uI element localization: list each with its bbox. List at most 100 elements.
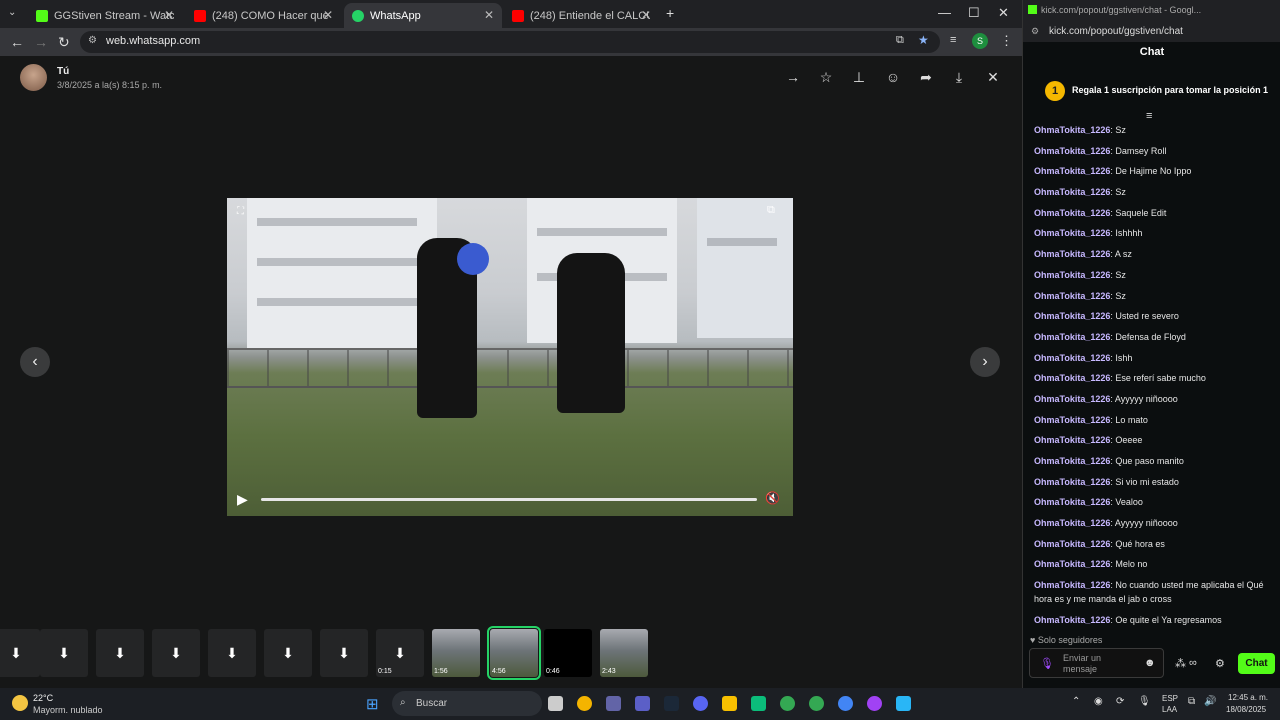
chat-username[interactable]: OhmaTokita_1226 — [1034, 270, 1110, 280]
thumbnail-download[interactable]: ⬇ — [0, 629, 40, 677]
forward-arrow-icon[interactable]: → — [34, 34, 48, 50]
profile-avatar[interactable]: S — [972, 33, 988, 49]
chrome-profile-icon[interactable] — [809, 696, 824, 711]
emoji-icon[interactable]: ☻ — [1144, 657, 1156, 669]
teams-work-icon[interactable] — [635, 696, 650, 711]
thumbnail-download[interactable]: ⬇ — [264, 629, 312, 677]
chat-extras-icon[interactable]: ⁂ — [1175, 657, 1186, 670]
chat-username[interactable]: OhmaTokita_1226 — [1034, 291, 1110, 301]
taskbar-search[interactable]: ⌕ Buscar — [392, 691, 542, 716]
tab-search-icon[interactable]: ⌄ — [8, 7, 16, 18]
tab-kick-stream[interactable]: GGStiven Stream - Watch Live o ✕ — [28, 3, 182, 28]
chat-username[interactable]: OhmaTokita_1226 — [1034, 394, 1110, 404]
chat-username[interactable]: OhmaTokita_1226 — [1034, 580, 1110, 590]
video-player[interactable]: ⛶ ⧉ ▶ 🔇 — [227, 198, 793, 516]
tray-app-icon[interactable]: ◉ — [1094, 696, 1103, 707]
chat-username[interactable]: OhmaTokita_1226 — [1034, 146, 1110, 156]
react-emoji-icon[interactable]: ☺ — [884, 69, 902, 85]
install-app-icon[interactable]: ⧉ — [896, 34, 904, 47]
network-icon[interactable]: ⧉ — [1188, 696, 1195, 707]
chat-username[interactable]: OhmaTokita_1226 — [1034, 615, 1110, 625]
media-control-icon[interactable]: ≡ — [950, 34, 956, 46]
thumbnail-video-selected[interactable]: 4:56 — [487, 626, 541, 680]
chat-username[interactable]: OhmaTokita_1226 — [1034, 518, 1110, 528]
tab-youtube-2[interactable]: (248) Entiende el CALCULADO c ✕ — [504, 3, 659, 28]
app-icon[interactable] — [896, 696, 911, 711]
download-icon[interactable]: ⤓ — [950, 69, 968, 86]
next-media-button[interactable]: › — [970, 347, 1000, 377]
chevron-up-icon[interactable]: ⌃ — [1072, 696, 1080, 707]
chat-username[interactable]: OhmaTokita_1226 — [1034, 125, 1110, 135]
video-progress-bar[interactable] — [261, 498, 757, 501]
weather-icon[interactable] — [12, 695, 28, 711]
maximize-icon[interactable]: ☐ — [968, 5, 980, 21]
thumbnail-download[interactable]: ⬇ — [208, 629, 256, 677]
chat-username[interactable]: OhmaTokita_1226 — [1034, 311, 1110, 321]
chat-username[interactable]: OhmaTokita_1226 — [1034, 373, 1110, 383]
forward-icon[interactable]: ➦ — [917, 69, 935, 86]
back-arrow-icon[interactable]: ← — [10, 34, 24, 50]
play-icon[interactable]: ▶ — [237, 491, 248, 508]
browser-menu-icon[interactable]: ⋮ — [1000, 33, 1013, 49]
thumbnail-video[interactable]: 1:56 — [432, 629, 480, 677]
volume-icon[interactable]: 🔊 — [1204, 696, 1216, 707]
chat-username[interactable]: OhmaTokita_1226 — [1034, 497, 1110, 507]
bookmark-star-icon[interactable]: ★ — [918, 33, 929, 47]
close-icon[interactable]: ✕ — [323, 8, 333, 22]
close-icon[interactable]: ✕ — [484, 8, 494, 22]
thumbnail-video[interactable]: 2:43 — [600, 629, 648, 677]
chat-username[interactable]: OhmaTokita_1226 — [1034, 332, 1110, 342]
fullscreen-icon[interactable]: ⛶ — [237, 206, 244, 217]
link-icon[interactable]: ∞ — [1189, 657, 1197, 669]
thumbnail-download[interactable]: ⬇ — [152, 629, 200, 677]
close-icon[interactable]: ✕ — [164, 8, 174, 22]
thumbnail-video[interactable]: ⬇ 0:15 — [376, 629, 424, 677]
chat-username[interactable]: OhmaTokita_1226 — [1034, 477, 1110, 487]
teams-icon[interactable] — [606, 696, 621, 711]
site-info-icon[interactable]: ⚙ — [1031, 26, 1039, 37]
gift-sub-banner[interactable]: 1 Regala 1 suscripción para tomar la pos… — [1023, 74, 1280, 108]
mute-icon[interactable]: 🔇 — [765, 491, 780, 505]
chat-username[interactable]: OhmaTokita_1226 — [1034, 208, 1110, 218]
chat-username[interactable]: OhmaTokita_1226 — [1034, 353, 1110, 363]
minimize-icon[interactable]: — — [938, 5, 951, 20]
site-info-icon[interactable]: ⚙ — [88, 35, 97, 46]
close-icon[interactable]: ✕ — [641, 8, 651, 22]
tab-youtube-1[interactable]: (248) COMO Hacer que Tu Opo ✕ — [186, 3, 341, 28]
chat-username[interactable]: OhmaTokita_1226 — [1034, 187, 1110, 197]
star-icon[interactable]: ☆ — [817, 69, 835, 86]
chat-username[interactable]: OhmaTokita_1226 — [1034, 456, 1110, 466]
avatar[interactable] — [20, 64, 47, 91]
file-explorer-icon[interactable] — [722, 696, 737, 711]
previous-media-button[interactable]: ‹ — [20, 347, 50, 377]
thumbnail-download[interactable]: ⬇ — [40, 629, 88, 677]
send-chat-button[interactable]: Chat — [1238, 653, 1275, 674]
chat-username[interactable]: OhmaTokita_1226 — [1034, 435, 1110, 445]
chrome-profile-icon[interactable] — [867, 696, 882, 711]
chat-username[interactable]: OhmaTokita_1226 — [1034, 249, 1110, 259]
sync-icon[interactable]: ⟳ — [1116, 696, 1124, 707]
task-view-icon[interactable] — [548, 696, 563, 711]
close-viewer-icon[interactable]: ✕ — [984, 69, 1002, 86]
tab-whatsapp[interactable]: WhatsApp ✕ — [344, 3, 502, 28]
chat-message-input[interactable]: 🎙 Enviar un mensaje ☻ — [1029, 648, 1164, 678]
windows-start-icon[interactable]: ⊞ — [366, 695, 379, 713]
reload-icon[interactable]: ↻ — [58, 34, 70, 51]
chat-username[interactable]: OhmaTokita_1226 — [1034, 559, 1110, 569]
settings-gear-icon[interactable]: ⚙ — [1215, 657, 1225, 670]
thumbnail-download[interactable]: ⬇ — [320, 629, 368, 677]
chat-username[interactable]: OhmaTokita_1226 — [1034, 539, 1110, 549]
chat-username[interactable]: OhmaTokita_1226 — [1034, 166, 1110, 176]
window-close-icon[interactable]: ✕ — [998, 5, 1009, 21]
whatsapp-app-icon[interactable] — [751, 696, 766, 711]
chat-username[interactable]: OhmaTokita_1226 — [1034, 415, 1110, 425]
thumbnail-download[interactable]: ⬇ — [96, 629, 144, 677]
microphone-icon[interactable]: 🎙 — [1040, 657, 1054, 670]
new-tab-plus-icon[interactable]: + — [666, 5, 674, 21]
chat-username[interactable]: OhmaTokita_1226 — [1034, 228, 1110, 238]
pin-icon[interactable]: ⊥ — [850, 69, 868, 86]
microphone-icon[interactable]: 🎙 — [1138, 696, 1151, 707]
go-to-message-icon[interactable]: → — [784, 69, 802, 85]
url-field[interactable]: ⚙ web.whatsapp.com ⧉ ★ — [80, 31, 940, 53]
steam-icon[interactable] — [664, 696, 679, 711]
